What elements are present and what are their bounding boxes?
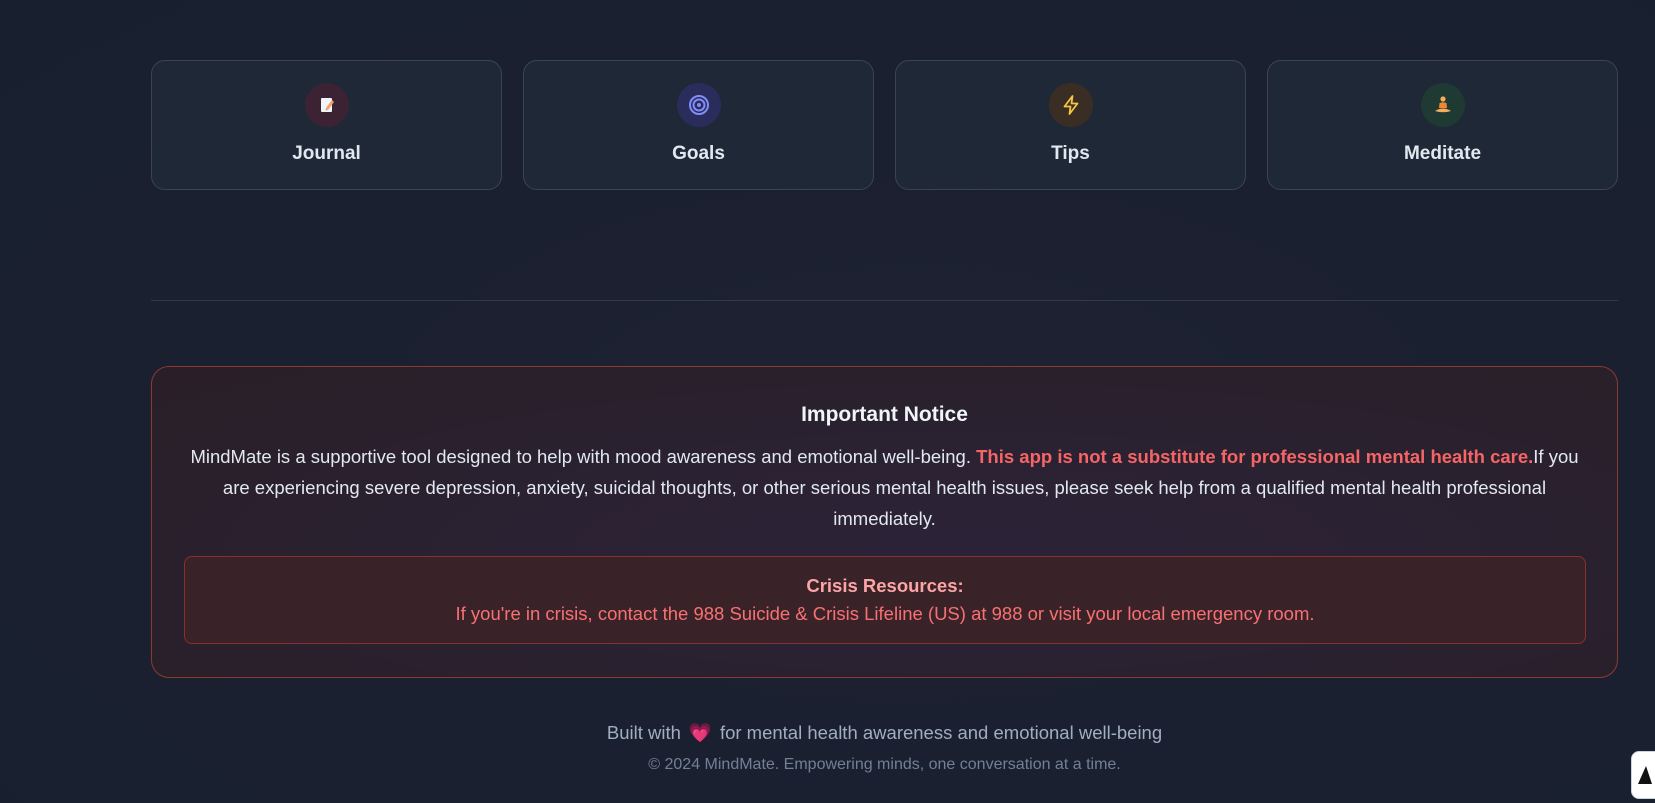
target-icon — [676, 83, 721, 127]
tips-label: Tips — [1051, 143, 1090, 164]
goals-card[interactable]: Goals — [523, 60, 874, 190]
floating-widget-button[interactable] — [1631, 751, 1655, 799]
important-notice: Important Notice MindMate is a supportiv… — [151, 366, 1618, 678]
journal-label: Journal — [292, 143, 361, 164]
lightning-icon — [1048, 83, 1093, 127]
crisis-text: If you're in crisis, contact the 988 Sui… — [455, 603, 1315, 624]
footer: Built with 💗 for mental health awareness… — [151, 722, 1618, 774]
copyright: © 2024 MindMate. Empowering minds, one c… — [648, 756, 1121, 773]
journal-card[interactable]: Journal — [151, 60, 502, 190]
notice-title: Important Notice — [801, 403, 968, 426]
goals-label: Goals — [672, 143, 725, 164]
meditate-card[interactable]: Meditate — [1267, 60, 1618, 190]
heart-icon: 💗 — [688, 722, 712, 743]
crisis-resources: Crisis Resources: If you're in crisis, c… — [184, 556, 1586, 644]
notice-warning: This app is not a substitute for profess… — [976, 446, 1534, 467]
quick-actions: Journal Goals Tips Meditate — [151, 60, 1618, 190]
crisis-title: Crisis Resources: — [806, 575, 964, 596]
notice-intro: MindMate is a supportive tool designed t… — [190, 446, 977, 467]
notice-body: MindMate is a supportive tool designed t… — [188, 441, 1581, 534]
section-divider — [151, 300, 1618, 301]
memo-icon — [304, 83, 349, 127]
meditation-icon — [1420, 83, 1465, 127]
meditate-label: Meditate — [1403, 143, 1482, 164]
tips-card[interactable]: Tips — [895, 60, 1246, 190]
footer-tagline: Built with 💗 for mental health awareness… — [151, 722, 1618, 744]
built-with-text: Built with — [606, 722, 681, 743]
tagline-text: for mental health awareness and emotiona… — [719, 722, 1163, 743]
